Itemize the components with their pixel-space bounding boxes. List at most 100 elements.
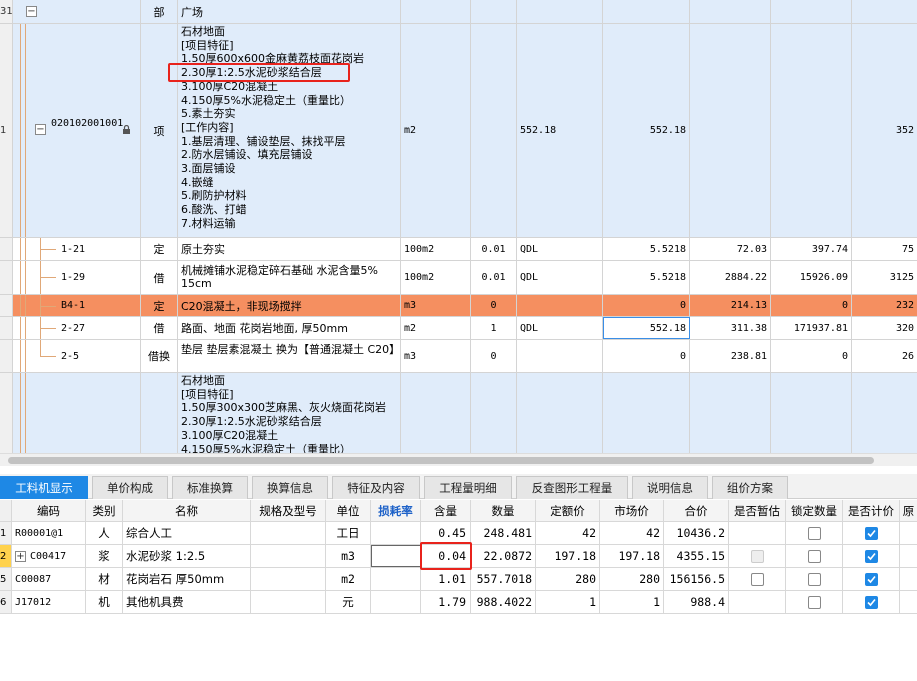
scrollbar-thumb[interactable]: [8, 457, 874, 464]
lock-qty-checkbox[interactable]: [807, 595, 821, 609]
category-cell: 机: [86, 591, 123, 613]
header-unit[interactable]: 单位: [326, 500, 371, 521]
qty-cell: 552.18: [603, 24, 690, 237]
expr-cell: [517, 340, 603, 372]
code-text: R00001@1: [15, 527, 64, 539]
market-price-cell[interactable]: 197.18: [600, 545, 664, 567]
item-row[interactable]: 1 − 020102001001 项 石材地面 [项目特征] 1.50厚600x…: [0, 24, 917, 238]
resource-row[interactable]: 6 J17012 机其他机具费元 1.79 988.4022 1 1 988.4: [0, 591, 917, 614]
quota-row[interactable]: 1-29 借 机械摊铺水泥稳定碎石基础 水泥含量5% 15cm 100m2 0.…: [0, 261, 917, 295]
tab-reverse-lookup[interactable]: 反查图形工程量: [516, 476, 628, 499]
is-priced-checkbox[interactable]: [864, 572, 878, 586]
is-priced-cell: [843, 591, 900, 613]
category-cell: 人: [86, 522, 123, 544]
header-content[interactable]: 含量: [421, 500, 471, 521]
is-priced-checkbox[interactable]: [864, 549, 878, 563]
unit-cell: 工日: [326, 522, 371, 544]
expand-icon[interactable]: +: [15, 550, 26, 562]
spec-cell[interactable]: [251, 545, 326, 567]
provisional-cell: [729, 522, 786, 544]
tree-cell: − 020102001001: [13, 24, 141, 237]
header-category[interactable]: 类别: [86, 500, 123, 521]
provisional-checkbox[interactable]: [750, 572, 764, 586]
qty-cell: 5.5218: [603, 261, 690, 294]
type-cell: 借: [141, 317, 178, 339]
quota-code: B4-1: [61, 300, 86, 311]
resource-header-row: 编码 类别 名称 规格及型号 单位 损耗率 含量 数量 定额价 市场价 合价 是…: [0, 500, 917, 522]
is-priced-cell: [843, 545, 900, 567]
unit-cell: m3: [326, 545, 371, 567]
spec-cell[interactable]: [251, 522, 326, 544]
tab-description[interactable]: 说明信息: [632, 476, 708, 499]
header-is-priced[interactable]: 是否计价: [843, 500, 900, 521]
quota-row[interactable]: 2-5 借换 垫层 垫层素混凝土 换为【普通混凝土 C20】 m3 0 0 23…: [0, 340, 917, 373]
last-cell: 232: [895, 300, 914, 311]
is-priced-checkbox[interactable]: [864, 595, 878, 609]
last-cell: 3125: [889, 272, 914, 283]
quota-code: 1-29: [61, 272, 86, 283]
header-lock-qty[interactable]: 锁定数量: [786, 500, 843, 521]
loss-rate-cell[interactable]: [371, 591, 421, 613]
resource-row[interactable]: 5 C00087 材花岗岩石 厚50mm m2 1.01 557.7018 280 280 15…: [0, 568, 917, 591]
tab-labor-material-machine[interactable]: 工料机显示: [0, 476, 88, 499]
header-market-price[interactable]: 市场价: [600, 500, 664, 521]
unit-cell: m2: [401, 24, 471, 237]
header-name[interactable]: 名称: [123, 500, 251, 521]
spec-cell[interactable]: [251, 568, 326, 590]
detail-tabs: 工料机显示 单价构成 标准换算 换算信息 特征及内容 工程量明细 反查图形工程量…: [0, 474, 917, 499]
content-cell[interactable]: 0.45: [421, 522, 471, 544]
quota-row[interactable]: 1-21 定 原土夯实 100m2 0.01 QDL 5.5218 72.03 …: [0, 238, 917, 261]
tab-conversion-info[interactable]: 换算信息: [252, 476, 328, 499]
tab-standard-conversion[interactable]: 标准换算: [172, 476, 248, 499]
unit-cell: 元: [326, 591, 371, 613]
row-index: 31: [0, 0, 13, 23]
market-price-cell[interactable]: 280: [600, 568, 664, 590]
quota-row-selected[interactable]: B4-1 定 C20混凝土，非现场搅拌 m3 0 0 214.13 0 232: [0, 295, 917, 317]
lock-qty-checkbox[interactable]: [807, 549, 821, 563]
section-row[interactable]: 31 − 部 广场: [0, 0, 917, 24]
spec-cell[interactable]: [251, 591, 326, 613]
header-total[interactable]: 合价: [664, 500, 729, 521]
code-cell: J17012: [12, 591, 86, 613]
tree-cell: 1-21: [13, 238, 141, 260]
content-cell[interactable]: 1.79: [421, 591, 471, 613]
quota-code: 1-21: [61, 243, 86, 255]
loss-rate-cell[interactable]: [371, 545, 421, 567]
qty-cell-focused[interactable]: 552.18: [603, 317, 690, 339]
quota-code: 2-5: [61, 350, 80, 362]
header-quantity[interactable]: 数量: [471, 500, 536, 521]
is-priced-checkbox[interactable]: [864, 526, 878, 540]
market-price-cell[interactable]: 42: [600, 522, 664, 544]
loss-rate-cell[interactable]: [371, 522, 421, 544]
lock-qty-checkbox[interactable]: [807, 526, 821, 540]
tab-unit-price[interactable]: 单价构成: [92, 476, 168, 499]
header-code[interactable]: 编码: [12, 500, 86, 521]
name-cell: 垫层 垫层素混凝土 换为【普通混凝土 C20】: [178, 340, 401, 372]
header-provisional[interactable]: 是否暂估: [729, 500, 786, 521]
loss-rate-cell[interactable]: [371, 568, 421, 590]
content-cell[interactable]: 1.01: [421, 568, 471, 590]
collapse-icon[interactable]: −: [26, 6, 37, 17]
quota-row[interactable]: 2-27 借 路面、地面 花岗岩地面, 厚50mm m2 1 QDL 552.1…: [0, 317, 917, 340]
horizontal-scrollbar[interactable]: [0, 453, 917, 466]
name-cell: 原土夯实: [178, 238, 401, 260]
header-spec[interactable]: 规格及型号: [251, 500, 326, 521]
market-price-cell[interactable]: 1: [600, 591, 664, 613]
header-original[interactable]: 原: [900, 500, 917, 521]
tree-cell: −: [13, 0, 141, 23]
collapse-icon[interactable]: −: [35, 124, 46, 135]
header-loss-rate[interactable]: 损耗率: [371, 500, 421, 521]
header-quota-price[interactable]: 定额价: [536, 500, 600, 521]
item-row[interactable]: 石材地面 [项目特征] 1.50厚300x300芝麻黑、灰火烧面花岗岩 2.30…: [0, 373, 917, 453]
quota-price-cell: 280: [536, 568, 600, 590]
total-cell: 15926.09: [771, 261, 852, 294]
lock-qty-checkbox[interactable]: [807, 572, 821, 586]
code-text: C00087: [15, 573, 52, 585]
resource-grid: 编码 类别 名称 规格及型号 单位 损耗率 含量 数量 定额价 市场价 合价 是…: [0, 500, 917, 681]
type-cell: 借换: [141, 340, 178, 372]
price-cell: 72.03: [690, 238, 771, 260]
tab-quantity-detail[interactable]: 工程量明细: [424, 476, 512, 499]
tab-features[interactable]: 特征及内容: [332, 476, 420, 499]
tree-cell: [13, 373, 141, 453]
tab-pricing-plan[interactable]: 组价方案: [712, 476, 788, 499]
